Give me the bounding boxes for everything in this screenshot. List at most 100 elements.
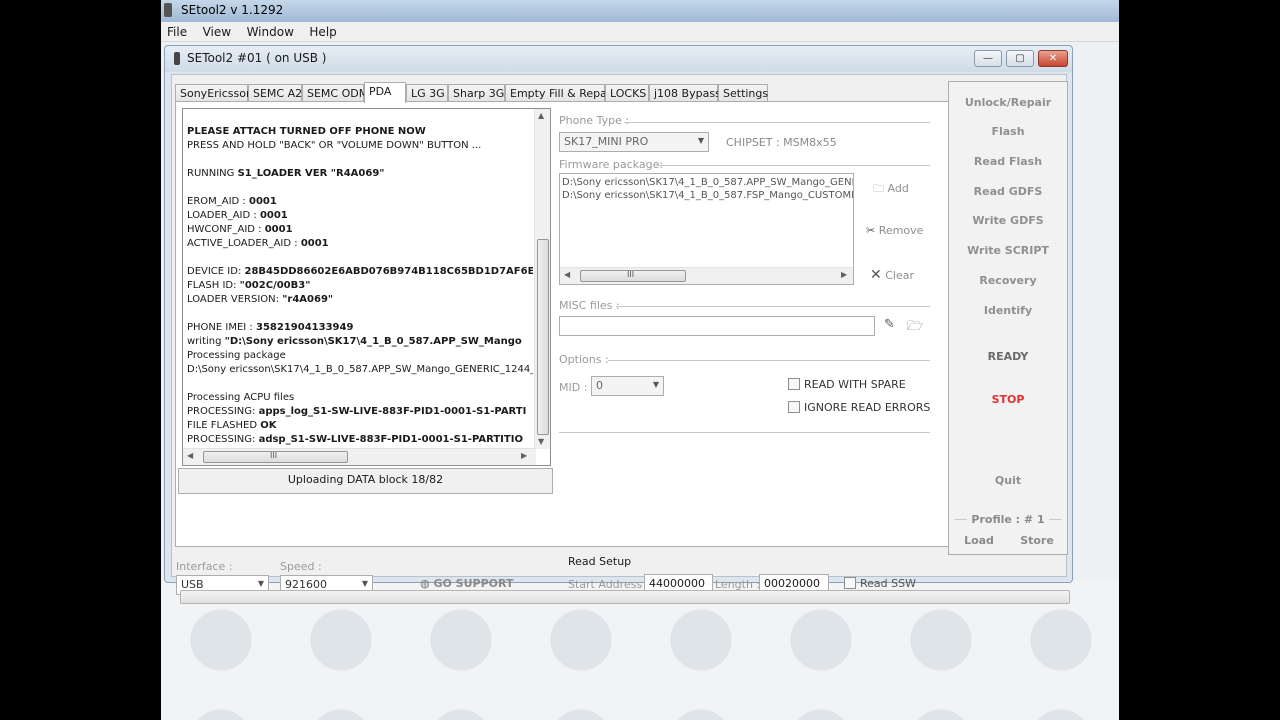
- scroll-thumb[interactable]: [537, 239, 549, 435]
- log-segment: PHONE IMEI :: [187, 322, 256, 333]
- pencil-icon[interactable]: ✎: [884, 317, 895, 332]
- read-ssw-checkbox[interactable]: Read SSW: [844, 577, 916, 590]
- app-title-bar: SEtool2 v 1.1292: [161, 0, 1119, 22]
- tab-sharp-3g[interactable]: Sharp 3G: [448, 84, 505, 102]
- firmware-file[interactable]: D:\Sony ericsson\SK17\4_1_B_0_587.APP_SW…: [560, 177, 853, 190]
- log-segment: RUNNING: [187, 168, 238, 179]
- log-segment: 35821904133949: [255, 322, 354, 333]
- globe-icon: ◍: [420, 577, 430, 590]
- remove-button[interactable]: ✂ Remove: [866, 224, 923, 237]
- tab-empty-fill-repair[interactable]: Empty Fill & Repair: [505, 84, 614, 102]
- log-segment: 0001: [259, 210, 288, 221]
- misc-files-input[interactable]: [559, 316, 875, 336]
- divider: [608, 360, 930, 361]
- menu-view[interactable]: View: [197, 22, 237, 39]
- scroll-left-icon[interactable]: ◀: [187, 451, 193, 460]
- ignore-read-errors-checkbox[interactable]: IGNORE READ ERRORS: [788, 401, 930, 414]
- log-segment: EROM_AID :: [187, 196, 249, 207]
- ignore-read-errors-label: IGNORE READ ERRORS: [804, 401, 931, 414]
- log-line: D:\Sony ericsson\SK17\4_1_B_0_587.APP_SW…: [187, 363, 533, 377]
- interface-label: Interface :: [176, 560, 233, 573]
- tab-locks[interactable]: LOCKS: [605, 84, 649, 102]
- log-segment: Processing package: [187, 350, 286, 361]
- phone-type-label: Phone Type :: [559, 114, 630, 127]
- phone-type-select[interactable]: SK17_MINI PRO ▼: [559, 132, 709, 152]
- recovery-button[interactable]: Recovery: [949, 274, 1067, 287]
- log-segment: 28B45DD86602E6ABD076B974B118C65BD1D7AF6E: [244, 266, 534, 277]
- minimize-button[interactable]: —: [974, 50, 1002, 67]
- read-with-spare-checkbox[interactable]: READ WITH SPARE: [788, 378, 906, 391]
- log-segment: 0001: [248, 196, 277, 207]
- scroll-right-icon[interactable]: ▶: [841, 270, 847, 279]
- log-segment: FLASH ID:: [187, 280, 240, 291]
- read-gdfs-button[interactable]: Read GDFS: [949, 185, 1067, 198]
- tab-settings[interactable]: Settings: [718, 84, 768, 102]
- tab-semc-odm[interactable]: SEMC ODM: [302, 84, 368, 102]
- stop-button[interactable]: STOP: [949, 393, 1067, 406]
- folder-add-icon: 🗀: [873, 182, 884, 195]
- clear-button[interactable]: ✕ Clear: [870, 267, 914, 283]
- scroll-up-icon[interactable]: ▲: [538, 111, 544, 120]
- identify-button[interactable]: Identify: [949, 304, 1067, 317]
- folder-open-icon[interactable]: 🗁: [907, 317, 923, 339]
- scroll-thumb[interactable]: III: [203, 451, 348, 463]
- tab-lg-3g[interactable]: LG 3G: [406, 84, 448, 102]
- write-script-button[interactable]: Write SCRIPT: [949, 244, 1067, 257]
- log-horizontal-scrollbar[interactable]: ◀ III ▶: [183, 448, 536, 465]
- go-support-button[interactable]: ◍ GO SUPPORT: [420, 577, 513, 590]
- scroll-right-icon[interactable]: ▶: [521, 451, 527, 460]
- tab-sonyericsson[interactable]: SonyEricsson: [175, 84, 253, 102]
- add-label: Add: [887, 182, 909, 195]
- log-segment: HWCONF_AID :: [187, 224, 265, 235]
- log-segment: writing: [187, 336, 225, 347]
- log-line: PRESS AND HOLD "BACK" OR "VOLUME DOWN" B…: [187, 139, 533, 153]
- firmware-horizontal-scrollbar[interactable]: ◀ III ▶: [560, 267, 853, 284]
- read-flash-button[interactable]: Read Flash: [949, 155, 1067, 168]
- unlock-repair-button[interactable]: Unlock/Repair: [949, 96, 1067, 109]
- tab-pda[interactable]: PDA: [364, 82, 406, 103]
- log-line: LOADER_AID : 0001: [187, 209, 533, 223]
- menu-file[interactable]: File: [161, 22, 193, 39]
- log-line: DEVICE ID: 28B45DD86602E6ABD076B974B118C…: [187, 265, 533, 279]
- tab-j108-bypass[interactable]: j108 Bypass: [649, 84, 721, 102]
- firmware-file[interactable]: D:\Sony ericsson\SK17\4_1_B_0_587.FSP_Ma…: [560, 190, 853, 203]
- window-title-bar[interactable]: SETool2 #01 ( on USB ) — ▢ ✕: [165, 46, 1072, 72]
- store-button[interactable]: Store: [1007, 534, 1067, 547]
- log-line: PHONE IMEI : 35821904133949: [187, 321, 533, 335]
- tab-semc-a2[interactable]: SEMC A2: [248, 84, 302, 102]
- firmware-list[interactable]: D:\Sony ericsson\SK17\4_1_B_0_587.APP_SW…: [559, 173, 854, 285]
- scroll-down-icon[interactable]: ▼: [538, 437, 544, 446]
- checkbox-box[interactable]: [788, 378, 800, 390]
- log-segment: PLEASE ATTACH TURNED OFF PHONE NOW: [187, 126, 426, 137]
- remove-label: Remove: [878, 224, 924, 237]
- log-line: LOADER VERSION: "r4A069": [187, 293, 533, 307]
- log-segment: 0001: [300, 238, 329, 249]
- flash-button[interactable]: Flash: [949, 125, 1067, 138]
- add-button[interactable]: 🗀 Add: [873, 180, 909, 199]
- menu-help[interactable]: Help: [303, 22, 342, 39]
- log-vertical-scrollbar[interactable]: ▲ ▼: [534, 109, 550, 449]
- window-client: SonyEricsson SEMC A2 SEMC ODM PDA LG 3G …: [171, 74, 1070, 604]
- status-ready: READY: [987, 350, 1029, 363]
- log-line: RUNNING S1_LOADER VER "R4A069": [187, 167, 533, 181]
- write-gdfs-button[interactable]: Write GDFS: [949, 214, 1067, 227]
- chevron-down-icon: ▼: [257, 579, 264, 588]
- menu-window[interactable]: Window: [241, 22, 300, 39]
- load-button[interactable]: Load: [949, 534, 1009, 547]
- scroll-left-icon[interactable]: ◀: [564, 270, 570, 279]
- scroll-thumb[interactable]: III: [580, 270, 686, 282]
- checkbox-box[interactable]: [844, 577, 856, 589]
- maximize-button[interactable]: ▢: [1006, 50, 1034, 67]
- status-bar: Uploading DATA block 18/82: [178, 468, 553, 494]
- close-button[interactable]: ✕: [1038, 50, 1068, 67]
- checkbox-box[interactable]: [788, 401, 800, 413]
- log-box: PLEASE ATTACH TURNED OFF PHONE NOW PRESS …: [182, 108, 551, 466]
- log-text: PLEASE ATTACH TURNED OFF PHONE NOW PRESS …: [187, 125, 533, 447]
- phone-icon: [174, 52, 180, 65]
- quit-button[interactable]: Quit: [949, 474, 1067, 487]
- mid-select[interactable]: 0 ▼: [591, 376, 664, 396]
